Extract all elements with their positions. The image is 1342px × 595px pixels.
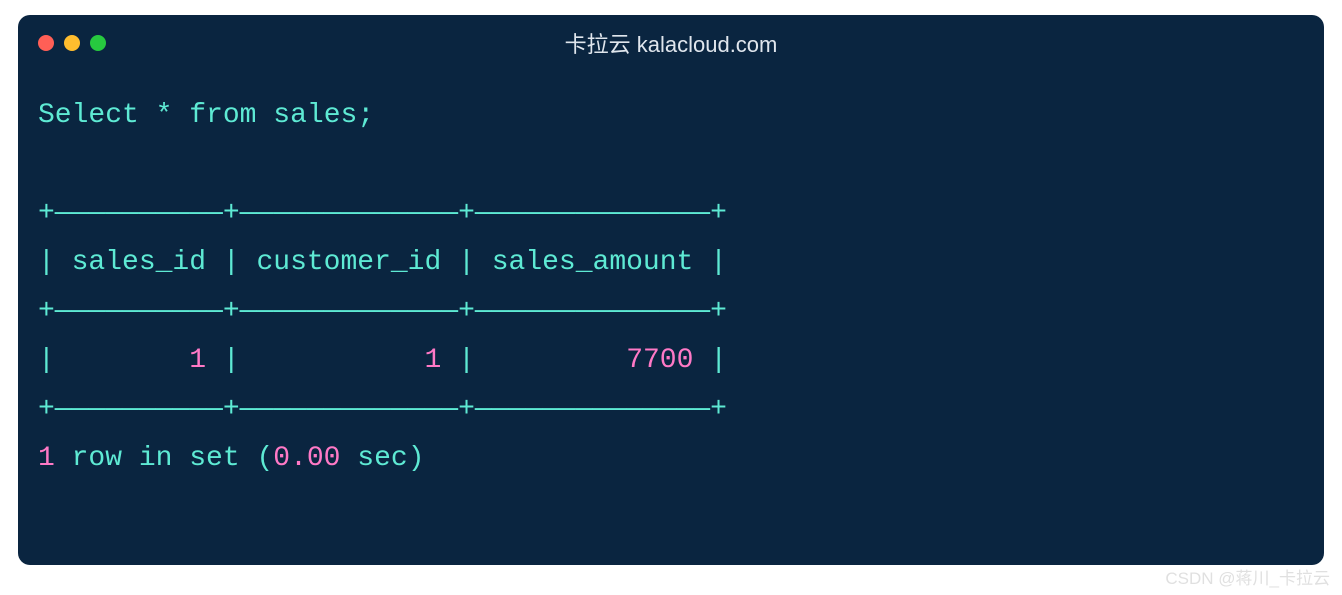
watermark: CSDN @蒋川_卡拉云 <box>1165 564 1330 589</box>
pad <box>441 345 458 376</box>
title-bar: 卡拉云 kalacloud.com <box>18 15 1324 71</box>
table-pipe: | <box>38 345 55 376</box>
table-header-col2: customer_id <box>240 247 458 278</box>
window-title: 卡拉云 kalacloud.com <box>565 27 778 59</box>
table-pipe: | <box>458 345 475 376</box>
table-pipe: | <box>38 247 55 278</box>
rows-in-set: row in set <box>55 443 257 474</box>
sql-star: * <box>156 100 173 131</box>
query-time: 0.00 <box>273 443 340 474</box>
table-cell-sales-id: 1 <box>189 345 206 376</box>
terminal-window: 卡拉云 kalacloud.com Select * from sales; +… <box>18 15 1324 565</box>
pad <box>206 345 223 376</box>
table-pipe: | <box>458 247 475 278</box>
traffic-lights <box>38 35 106 51</box>
table-header-col1: sales_id <box>55 247 223 278</box>
minimize-icon[interactable] <box>64 35 80 51</box>
table-border-bottom: +——————————+—————————————+——————————————… <box>38 394 727 425</box>
table-pipe: | <box>223 345 240 376</box>
sql-table: sales <box>273 100 357 131</box>
table-pipe: | <box>710 247 727 278</box>
terminal-content: Select * from sales; +——————————+———————… <box>18 71 1324 483</box>
table-pipe: | <box>223 247 240 278</box>
table-border-mid: +——————————+—————————————+——————————————… <box>38 296 727 327</box>
paren-close: ) <box>408 443 425 474</box>
pad <box>240 345 425 376</box>
table-cell-customer-id: 1 <box>425 345 442 376</box>
table-header-col3: sales_amount <box>475 247 710 278</box>
sql-select: Select <box>38 100 139 131</box>
maximize-icon[interactable] <box>90 35 106 51</box>
paren-open: ( <box>256 443 273 474</box>
pad <box>693 345 710 376</box>
close-icon[interactable] <box>38 35 54 51</box>
sql-from: from <box>189 100 256 131</box>
sql-semicolon: ; <box>357 100 374 131</box>
sec-label: sec <box>340 443 407 474</box>
table-cell-sales-amount: 7700 <box>626 345 693 376</box>
pad <box>475 345 626 376</box>
row-count: 1 <box>38 443 55 474</box>
pad <box>55 345 189 376</box>
table-border-top: +——————————+—————————————+——————————————… <box>38 198 727 229</box>
table-pipe: | <box>710 345 727 376</box>
